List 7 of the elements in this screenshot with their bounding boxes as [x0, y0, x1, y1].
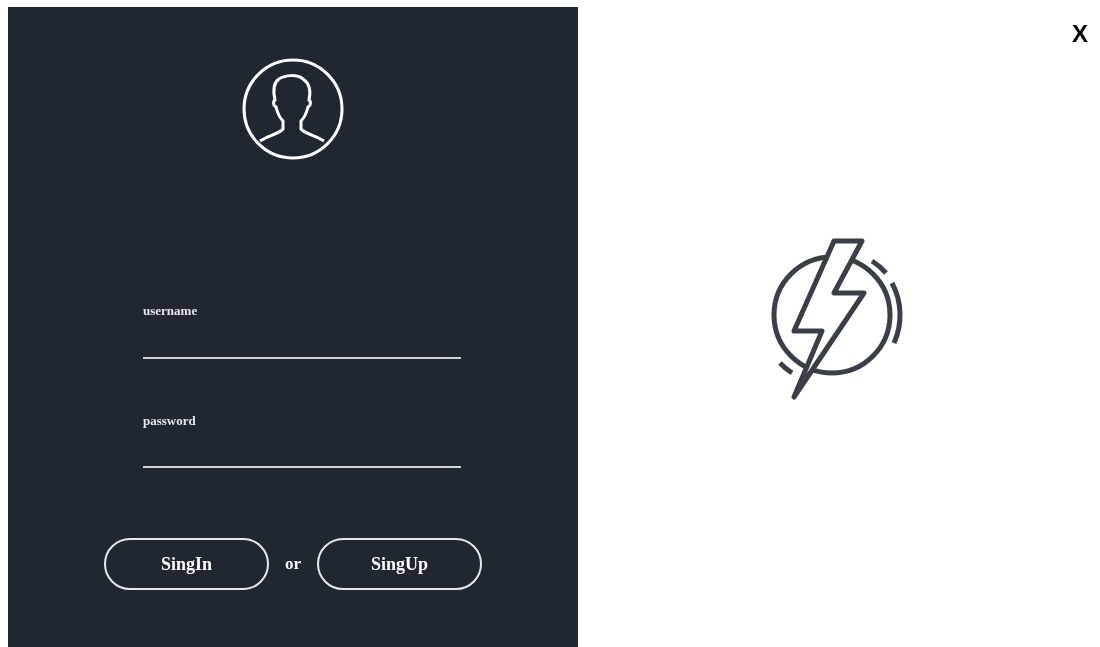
field-label: password — [143, 411, 197, 430]
field-label: username — [143, 302, 199, 320]
sign-up-button[interactable]: SingUp — [317, 538, 482, 590]
close-button[interactable]: X — [1072, 16, 1088, 52]
or-separator: or — [284, 553, 301, 576]
user-avatar-icon — [241, 57, 345, 161]
sign-in-button[interactable]: SingIn — [103, 538, 269, 590]
